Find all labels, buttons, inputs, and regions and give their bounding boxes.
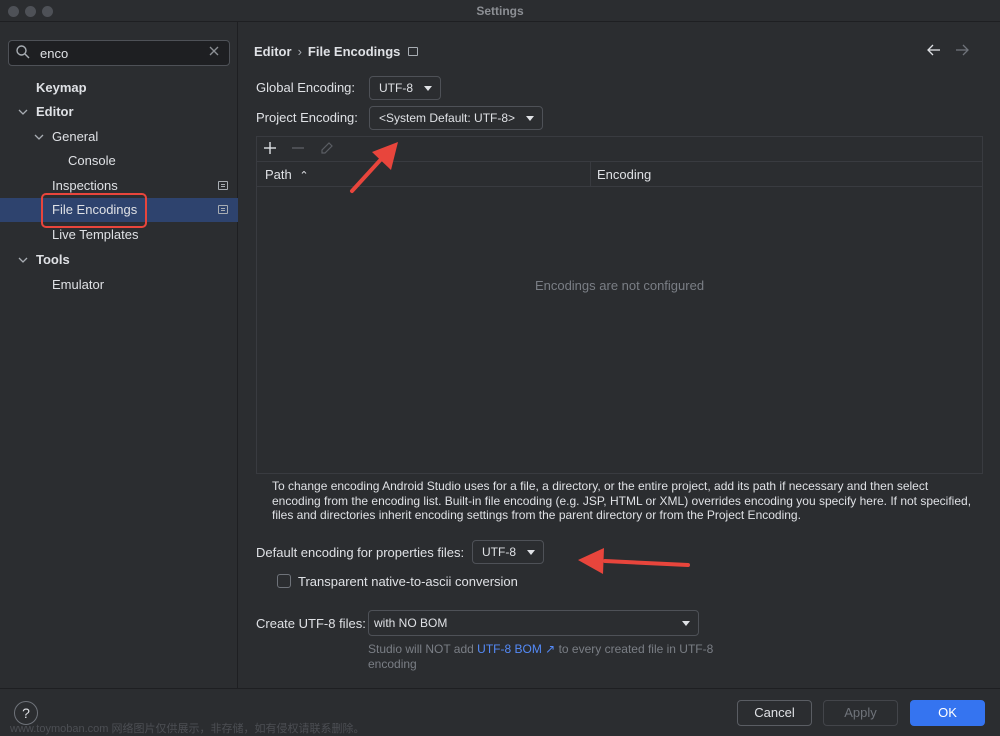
utf8-bom-dropdown[interactable]: with NO BOM bbox=[368, 610, 699, 636]
sidebar-item-label: Keymap bbox=[36, 80, 87, 95]
project-encoding-value: <System Default: UTF-8> bbox=[379, 111, 516, 125]
table-header: Path ⌃ Encoding bbox=[257, 162, 982, 187]
empty-table-text: Encodings are not configured bbox=[534, 278, 705, 293]
title-bar: Settings bbox=[0, 0, 1000, 22]
column-header-label: Path bbox=[265, 167, 292, 182]
sidebar-item-emulator[interactable]: Emulator bbox=[0, 273, 238, 297]
apply-button[interactable]: Apply bbox=[823, 700, 898, 726]
add-icon[interactable] bbox=[263, 139, 277, 161]
clear-search-icon[interactable] bbox=[207, 44, 221, 61]
settings-main-panel: Editor › File Encodings Global Encoding: U… bbox=[239, 22, 1000, 688]
hint-prefix: Studio will NOT add bbox=[368, 642, 474, 656]
sidebar-item-general[interactable]: General bbox=[0, 125, 238, 149]
global-encoding-value: UTF-8 bbox=[379, 81, 413, 95]
breadcrumb-separator: › bbox=[297, 44, 302, 59]
chevron-down-icon bbox=[527, 550, 535, 555]
utf8-bom-value: with NO BOM bbox=[374, 616, 448, 630]
mappings-toolbar bbox=[256, 136, 983, 161]
project-level-icon bbox=[218, 205, 228, 214]
search-icon bbox=[15, 44, 31, 63]
utf8-bom-link[interactable]: UTF-8 BOM ↗ bbox=[477, 642, 555, 656]
sidebar-item-label: Emulator bbox=[52, 277, 105, 292]
watermark-text: www.toymoban.com 网络图片仅供展示，非存储，如有侵权请联系删除。 bbox=[10, 723, 365, 735]
search-input[interactable]: enco bbox=[40, 46, 68, 61]
sidebar-item-tools[interactable]: Tools bbox=[0, 248, 238, 272]
global-encoding-label: Global Encoding: bbox=[256, 80, 356, 95]
sidebar-item-keymap[interactable]: Keymap bbox=[0, 76, 238, 100]
chevron-down-icon bbox=[682, 621, 690, 626]
column-header-path[interactable]: Path ⌃ bbox=[265, 162, 309, 187]
breadcrumb-parent[interactable]: Editor bbox=[254, 44, 292, 59]
edit-pencil-icon[interactable] bbox=[319, 139, 333, 161]
native-to-ascii-label[interactable]: Transparent native-to-ascii conversion bbox=[298, 574, 518, 589]
properties-encoding-dropdown[interactable]: UTF-8 bbox=[472, 540, 544, 564]
cancel-button[interactable]: Cancel bbox=[737, 700, 812, 726]
ok-button[interactable]: OK bbox=[910, 700, 985, 726]
chevron-down-icon bbox=[424, 86, 432, 91]
project-encoding-label: Project Encoding: bbox=[256, 110, 358, 125]
project-level-icon bbox=[408, 47, 418, 56]
page-title: File Encodings bbox=[307, 44, 401, 59]
encodings-table: Path ⌃ Encoding Encodings are not config… bbox=[256, 161, 983, 474]
native-to-ascii-checkbox[interactable] bbox=[277, 574, 291, 588]
sidebar-item-editor[interactable]: Editor bbox=[0, 100, 238, 124]
project-encoding-dropdown[interactable]: <System Default: UTF-8> bbox=[369, 106, 543, 130]
global-encoding-dropdown[interactable]: UTF-8 bbox=[369, 76, 441, 100]
sidebar-item-label: Tools bbox=[36, 252, 70, 267]
column-header-encoding[interactable]: Encoding bbox=[597, 162, 651, 187]
project-level-icon bbox=[218, 181, 228, 190]
sidebar-item-live-templates[interactable]: Live Templates bbox=[0, 223, 238, 247]
breadcrumb: Editor › File Encodings bbox=[254, 44, 400, 59]
search-field[interactable]: enco bbox=[8, 40, 230, 66]
chevron-down-icon bbox=[526, 116, 534, 121]
sidebar-item-console[interactable]: Console bbox=[0, 149, 238, 173]
utf8-bom-hint: Studio will NOT add UTF-8 BOM ↗ to every… bbox=[368, 642, 748, 671]
settings-sidebar: enco Keymap Editor General Console Inspe… bbox=[0, 22, 238, 688]
sidebar-item-label: General bbox=[52, 129, 99, 144]
forward-arrow-icon[interactable] bbox=[954, 42, 970, 63]
properties-encoding-value: UTF-8 bbox=[482, 545, 516, 559]
sidebar-item-label: Live Templates bbox=[52, 227, 139, 242]
properties-encoding-label: Default encoding for properties files: bbox=[256, 545, 465, 560]
sidebar-item-label: Editor bbox=[36, 104, 74, 119]
column-divider[interactable] bbox=[590, 162, 591, 187]
create-utf8-label: Create UTF-8 files: bbox=[256, 616, 366, 631]
sort-ascending-icon: ⌃ bbox=[299, 170, 309, 182]
remove-icon[interactable] bbox=[291, 139, 305, 161]
encoding-help-text: To change encoding Android Studio uses f… bbox=[272, 479, 972, 522]
sidebar-item-label: Console bbox=[68, 153, 116, 168]
back-arrow-icon[interactable] bbox=[926, 42, 942, 63]
window-title: Settings bbox=[476, 4, 524, 18]
